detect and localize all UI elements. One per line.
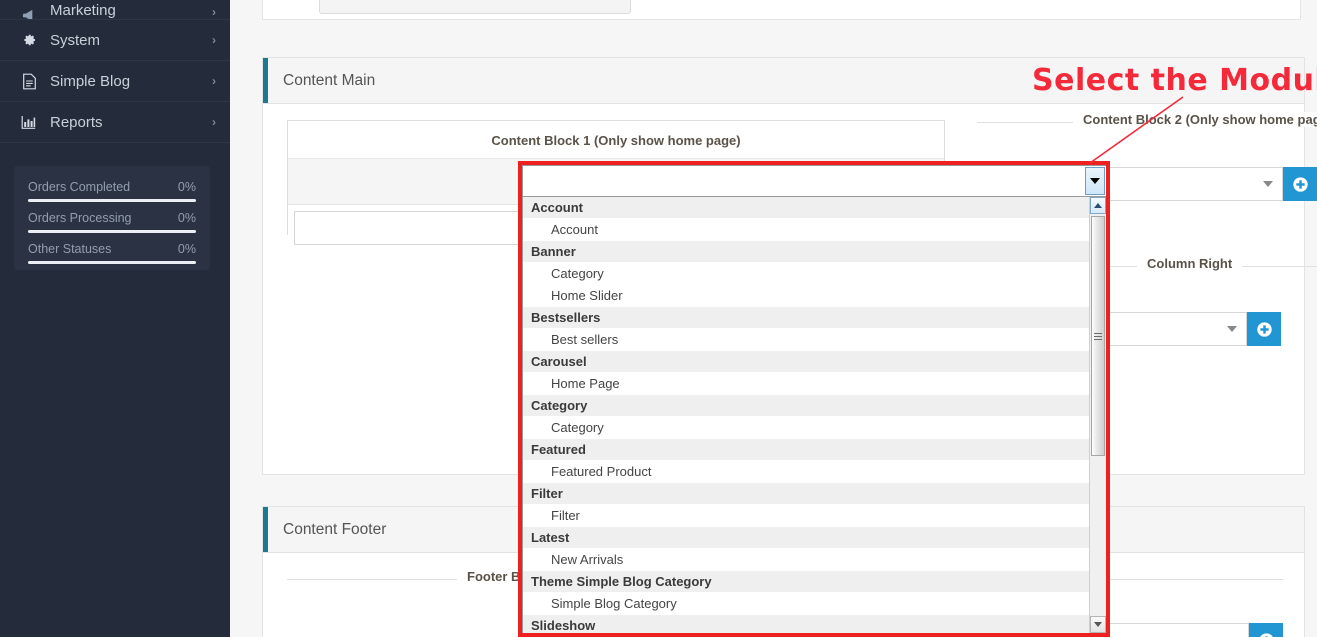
module-option-group: Featured bbox=[523, 439, 1089, 461]
bar-chart-icon bbox=[18, 115, 40, 130]
module-option-group: Account bbox=[523, 197, 1089, 219]
plus-circle-icon bbox=[1292, 176, 1308, 192]
stat-value: 0% bbox=[177, 180, 196, 194]
document-icon bbox=[18, 73, 40, 90]
chevron-right-icon: › bbox=[212, 33, 216, 47]
module-option-group: Theme Simple Blog Category bbox=[523, 571, 1089, 593]
module-option[interactable]: Best sellers bbox=[523, 329, 1089, 351]
scrollbar-thumb[interactable] bbox=[1091, 216, 1105, 456]
content-block-2-title: Content Block 2 (Only show home page) bbox=[1073, 112, 1317, 127]
module-option[interactable]: Home Page bbox=[523, 373, 1089, 395]
scrollbar-down-button[interactable] bbox=[1090, 616, 1106, 633]
chevron-right-icon: › bbox=[212, 115, 216, 129]
gear-icon bbox=[18, 32, 40, 48]
scrollbar-grip-icon bbox=[1094, 332, 1102, 340]
module-option[interactable]: New Arrivals bbox=[523, 549, 1089, 571]
plus-circle-icon bbox=[1256, 321, 1272, 337]
module-select-dropdown[interactable]: Account Account Banner Category Home Slider B… bbox=[522, 196, 1107, 634]
stat-label: Other Statuses bbox=[28, 242, 112, 256]
sidebar-item-label: System bbox=[50, 31, 101, 49]
module-option[interactable]: Account bbox=[523, 219, 1089, 241]
module-option[interactable]: Home Slider bbox=[523, 285, 1089, 307]
sidebar-item-label: Reports bbox=[50, 113, 103, 131]
module-option-group: Latest bbox=[523, 527, 1089, 549]
footer-block-2-add-button[interactable] bbox=[1249, 623, 1283, 637]
sidebar-item-reports[interactable]: Reports › bbox=[0, 102, 230, 143]
module-option[interactable]: Featured Product bbox=[523, 461, 1089, 483]
module-option-group: Slideshow bbox=[523, 615, 1089, 633]
order-stats-box: Orders Completed 0% Orders Processing 0%… bbox=[14, 166, 210, 270]
sidebar-item-system[interactable]: System › bbox=[0, 20, 230, 61]
sidebar: Marketing › System › Simple Blog › Repor… bbox=[0, 0, 230, 637]
panel-accent-bar bbox=[263, 58, 268, 103]
module-option-group: Filter bbox=[523, 483, 1089, 505]
content-block-2-fieldset: Content Block 2 (Only show home page) bbox=[977, 112, 1317, 127]
stat-progress-bar bbox=[28, 230, 196, 233]
module-select-combobox[interactable] bbox=[522, 165, 1107, 197]
panel-title: Content Main bbox=[283, 71, 376, 89]
stat-other-statuses: Other Statuses 0% bbox=[28, 242, 196, 264]
main-content: Content Main Content Block 1 (Only show … bbox=[230, 0, 1317, 637]
content-block-2-add-button[interactable] bbox=[1283, 167, 1317, 201]
triangle-up-icon bbox=[1094, 203, 1102, 208]
chevron-right-icon: › bbox=[212, 5, 216, 19]
dropdown-scrollbar[interactable] bbox=[1089, 197, 1106, 633]
module-option-list[interactable]: Account Account Banner Category Home Slider B… bbox=[523, 197, 1089, 633]
chevron-right-icon: › bbox=[212, 74, 216, 88]
sidebar-item-label: Marketing bbox=[50, 2, 116, 19]
stat-label: Orders Completed bbox=[28, 180, 131, 194]
stat-value: 0% bbox=[177, 242, 196, 256]
module-select-toggle-button[interactable] bbox=[1085, 167, 1105, 195]
module-option-group: Carousel bbox=[523, 351, 1089, 373]
module-option[interactable]: Filter bbox=[523, 505, 1089, 527]
panel-title: Content Footer bbox=[283, 520, 387, 538]
stat-orders-processing: Orders Processing 0% bbox=[28, 211, 196, 233]
triangle-down-icon bbox=[1090, 178, 1100, 184]
annotation-label: Select the Module bbox=[1032, 63, 1317, 98]
stat-value: 0% bbox=[177, 211, 196, 225]
panel-above-clipped bbox=[262, 0, 1301, 20]
stat-progress-bar bbox=[28, 199, 196, 202]
scrollbar-up-button[interactable] bbox=[1090, 197, 1106, 214]
triangle-down-icon bbox=[1094, 622, 1102, 627]
content-block-1-title: Content Block 1 (Only show home page) bbox=[491, 133, 741, 148]
chevron-down-icon bbox=[1263, 181, 1273, 187]
stat-orders-completed: Orders Completed 0% bbox=[28, 180, 196, 202]
sidebar-item-marketing[interactable]: Marketing › bbox=[0, 0, 230, 20]
sidebar-item-label: Simple Blog bbox=[50, 72, 131, 90]
app-root: Marketing › System › Simple Blog › Repor… bbox=[0, 0, 1317, 637]
column-right-add-button[interactable] bbox=[1247, 312, 1281, 346]
stat-label: Orders Processing bbox=[28, 211, 132, 225]
sidebar-item-simple-blog[interactable]: Simple Blog › bbox=[0, 61, 230, 102]
module-option[interactable]: Simple Blog Category bbox=[523, 593, 1089, 615]
plus-circle-icon bbox=[1259, 632, 1273, 637]
column-right-title: Column Right bbox=[1137, 256, 1243, 271]
module-option[interactable]: Category bbox=[523, 417, 1089, 439]
panel-accent-bar bbox=[263, 507, 268, 552]
module-option[interactable]: Category bbox=[523, 263, 1089, 285]
megaphone-icon bbox=[18, 8, 40, 19]
module-option-group: Banner bbox=[523, 241, 1089, 263]
text-field-clipped[interactable] bbox=[319, 0, 631, 14]
module-option-group: Bestsellers bbox=[523, 307, 1089, 329]
stat-progress-bar bbox=[28, 261, 196, 264]
chevron-down-icon bbox=[1227, 326, 1237, 332]
module-select-field[interactable] bbox=[522, 165, 1107, 197]
module-option-group: Category bbox=[523, 395, 1089, 417]
